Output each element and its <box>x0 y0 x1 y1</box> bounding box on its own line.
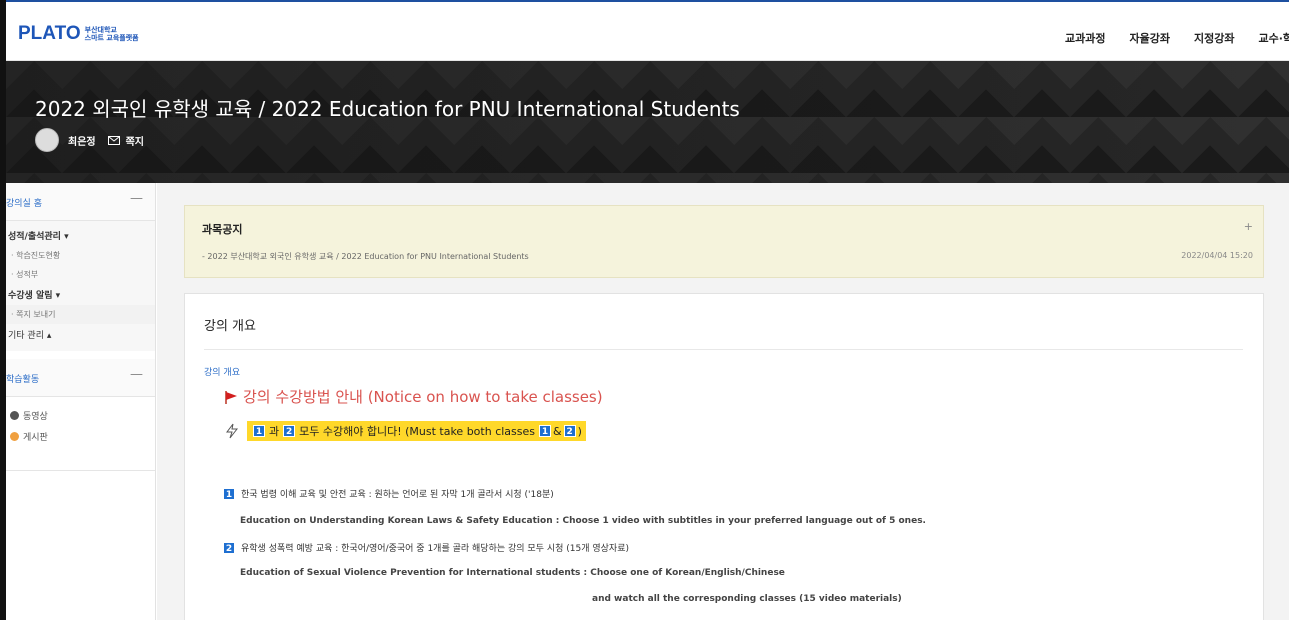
logo-sub-1: 부산대학교 <box>84 26 117 34</box>
divider <box>204 349 1243 350</box>
highlight-text: 모두 수강해야 합니다! (Must take both classes <box>299 425 535 438</box>
flag-icon <box>225 390 237 404</box>
number-badge: 2 <box>223 541 235 554</box>
number-badge: 2 <box>563 425 576 437</box>
nav-curriculum[interactable]: 교과과정 <box>1065 30 1105 46</box>
sidebar-home-section: 강의실 홈 — <box>6 183 155 221</box>
course-title: 2022 외국인 유학생 교육 / 2022 Education for PNU… <box>35 97 740 121</box>
main-content: 과목공지 + - 2022 부산대학교 외국인 유학생 교육 / 2022 Ed… <box>157 183 1289 620</box>
sidebar-activities-title[interactable]: 학습활동 <box>6 372 39 385</box>
notice-heading: 강의 수강방법 안내 (Notice on how to take classe… <box>243 388 603 406</box>
logo-text: PLATO <box>18 23 81 44</box>
sidebar-home-link[interactable]: 강의실 홈 <box>6 196 42 209</box>
activity-video-label: 동영상 <box>23 412 48 422</box>
sidebar-menu: 성적/출석관리 ▾ · 학습진도현황 · 성적부 수강생 알림 ▾ · 쪽지 보… <box>6 221 155 351</box>
notice-date: 2022/04/04 15:20 <box>1181 251 1253 260</box>
banner-overlay <box>6 61 1289 183</box>
sidebar-group-other[interactable]: 기타 관리 ▴ <box>6 324 155 345</box>
course-item-1-ko: 한국 법령 이해 교육 및 안전 교육 : 원하는 언어로 된 자막 1개 골라… <box>241 490 554 500</box>
top-accent-line <box>0 0 1289 8</box>
highlight-text: & <box>553 424 562 438</box>
sidebar-item-progress[interactable]: · 학습진도현황 <box>6 246 155 265</box>
notice-heading-row: 강의 수강방법 안내 (Notice on how to take classe… <box>223 386 603 407</box>
mail-icon[interactable] <box>107 135 120 145</box>
overview-section-label: 강의 개요 <box>204 368 240 378</box>
sidebar-activities-section: 학습활동 — <box>6 359 155 397</box>
nav-assigned-course[interactable]: 지정강좌 <box>1194 30 1234 46</box>
number-badge: 1 <box>253 425 265 437</box>
lightning-icon <box>226 423 239 439</box>
course-overview-card: 강의 개요 강의 개요 강의 수강방법 안내 (Notice on how to… <box>184 293 1264 620</box>
video-icon <box>10 411 19 420</box>
overview-title: 강의 개요 <box>204 319 256 334</box>
nav-self-course[interactable]: 자율강좌 <box>1129 30 1169 46</box>
logo-sub-2: 스마트 교육플랫폼 <box>84 34 139 42</box>
number-badge: 2 <box>283 425 296 437</box>
highlight-text: ) <box>577 424 582 438</box>
requirement-highlight: 1 과 2 모두 수강해야 합니다! (Must take both class… <box>247 421 586 441</box>
notice-title: 과목공지 <box>202 223 243 236</box>
notice-item-link[interactable]: - 2022 부산대학교 외국인 유학생 교육 / 2022 Education… <box>202 251 529 262</box>
message-link[interactable]: 쪽지 <box>126 133 144 148</box>
window-left-edge <box>0 0 6 620</box>
requirement-row: 1 과 2 모두 수강해야 합니다! (Must take both class… <box>225 421 586 441</box>
sidebar-sub-block: · 쪽지 보내기 <box>6 305 155 324</box>
sidebar-item-send-message[interactable]: · 쪽지 보내기 <box>6 305 155 324</box>
user-name[interactable]: 최은정 <box>68 133 96 148</box>
course-item-2-en-continued: and watch all the corresponding classes … <box>592 594 902 604</box>
course-notice-box: 과목공지 + - 2022 부산대학교 외국인 유학생 교육 / 2022 Ed… <box>184 205 1264 278</box>
collapse-icon[interactable]: — <box>130 191 143 206</box>
activity-board-label: 게시판 <box>23 433 48 443</box>
number-badge: 1 <box>539 425 551 437</box>
course-item-2-en: Education of Sexual Violence Prevention … <box>240 568 785 578</box>
activity-board[interactable]: 게시판 <box>6 426 155 447</box>
course-item-2-ko: 유학생 성폭력 예방 교육 : 한국어/영어/중국어 중 1개를 골라 해당하는… <box>241 544 629 554</box>
nav-faculty[interactable]: 교수·학 <box>1258 30 1289 46</box>
sidebar-group-grades[interactable]: 성적/출석관리 ▾ <box>6 225 155 246</box>
banner-user-info: 최은정 쪽지 <box>35 128 144 152</box>
collapse-icon[interactable]: — <box>130 367 143 382</box>
top-navigation: 교과과정 자율강좌 지정강좌 교수·학 <box>1065 30 1289 46</box>
board-icon <box>10 432 19 441</box>
activity-list: 동영상 게시판 <box>6 397 155 471</box>
course-sidebar: 강의실 홈 — 성적/출석관리 ▾ · 학습진도현황 · 성적부 수강생 알림 … <box>6 183 156 620</box>
user-avatar-icon[interactable] <box>35 128 59 152</box>
sidebar-item-gradebook[interactable]: · 성적부 <box>6 265 155 284</box>
sidebar-group-notify[interactable]: 수강생 알림 ▾ <box>6 284 155 305</box>
logo-subtitle: 부산대학교 스마트 교육플랫폼 <box>85 26 139 42</box>
plato-logo[interactable]: PLATO 부산대학교 스마트 교육플랫폼 <box>18 23 139 45</box>
number-badge: 1 <box>223 487 235 500</box>
course-item-1: 1 한국 법령 이해 교육 및 안전 교육 : 원하는 언어로 된 자막 1개 … <box>221 487 554 500</box>
site-header: PLATO 부산대학교 스마트 교육플랫폼 교과과정 자율강좌 지정강좌 교수·… <box>6 8 1289 61</box>
course-banner: 2022 외국인 유학생 교육 / 2022 Education for PNU… <box>6 61 1289 183</box>
course-item-1-en: Education on Understanding Korean Laws &… <box>240 516 926 526</box>
notice-more-icon[interactable]: + <box>1244 220 1253 233</box>
activity-video[interactable]: 동영상 <box>6 405 155 426</box>
course-item-2: 2 유학생 성폭력 예방 교육 : 한국어/영어/중국어 중 1개를 골라 해당… <box>221 541 629 554</box>
highlight-text: 과 <box>269 425 280 438</box>
